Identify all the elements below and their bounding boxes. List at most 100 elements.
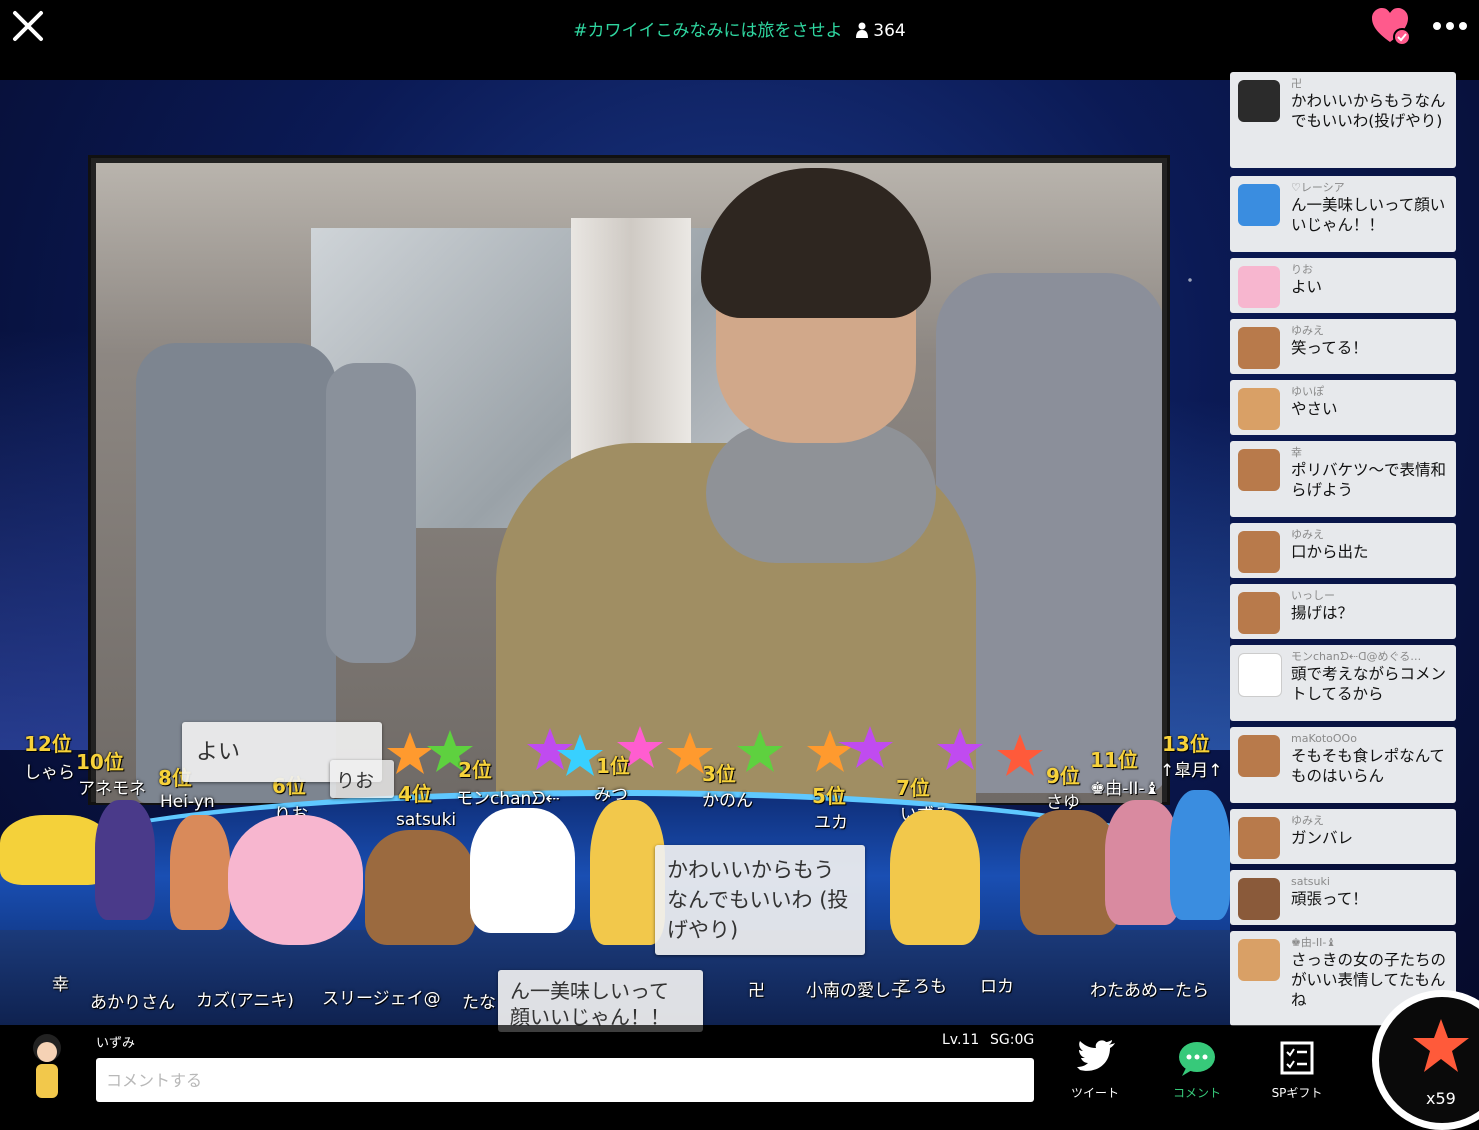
rank-label: 7位 xyxy=(896,776,930,800)
audience-name[interactable]: あかりさん xyxy=(90,988,175,1013)
rank-label: 1位 xyxy=(596,754,630,778)
comment-item[interactable]: ゆいぽ やさい xyxy=(1230,380,1456,435)
rank-user-name[interactable]: ♚由-ΙΙ-♝ xyxy=(1090,774,1160,799)
comment-item[interactable]: いっしー 揚げは？ xyxy=(1230,584,1456,639)
gift-list-icon xyxy=(1280,1041,1314,1075)
audience-name[interactable]: わたあめーたら xyxy=(1090,976,1209,1001)
avatar-character[interactable] xyxy=(95,800,155,920)
rank-label: 2位 xyxy=(458,758,492,782)
star-icon xyxy=(997,734,1043,776)
pig-avatar[interactable] xyxy=(228,815,363,945)
sp-gift-button[interactable]: SPギフト xyxy=(1262,1040,1332,1100)
favorite-button[interactable] xyxy=(1372,8,1412,46)
comment-user-name: ゆみえ xyxy=(1291,324,1324,337)
floating-comment-text: ん一美味しいって 顔いいじゃん！！ xyxy=(510,979,670,1029)
avatar-character[interactable] xyxy=(590,800,665,945)
audience-name[interactable]: 卍 xyxy=(748,976,765,1001)
comment-text: そもそも食レポなんてものはいらん xyxy=(1291,747,1445,785)
star-icon xyxy=(807,730,853,772)
painter-avatar[interactable] xyxy=(365,830,475,945)
girl-avatar xyxy=(1238,939,1280,981)
rank-user-name[interactable]: Hei-yn xyxy=(160,792,215,812)
comment-text: 口から出た xyxy=(1291,543,1369,561)
comment-user-name: いっしー xyxy=(1291,589,1335,602)
rank-user-name[interactable]: satsuki xyxy=(396,810,456,830)
boy-avatar xyxy=(1238,592,1280,634)
more-options-button[interactable] xyxy=(1432,14,1468,38)
comment-button[interactable]: コメント xyxy=(1162,1040,1232,1100)
comment-user-name: りお xyxy=(1291,263,1313,276)
girl-avatar xyxy=(1238,388,1280,430)
avatar-character[interactable] xyxy=(890,810,980,945)
heart-check-icon xyxy=(1372,8,1411,46)
sp-gift-label: SPギフト xyxy=(1271,1086,1323,1100)
comment-text: よい xyxy=(1291,278,1323,296)
audience-name[interactable]: ロカ xyxy=(980,972,1014,997)
room-title: #カワイイこみなみには旅をさせよ 364 xyxy=(0,16,1479,41)
live-video[interactable] xyxy=(96,163,1162,803)
boy-avatar xyxy=(1238,817,1280,859)
comment-text: ガンバレ xyxy=(1291,829,1354,847)
floating-comment-text: りお xyxy=(336,770,375,792)
star-icon xyxy=(937,728,983,770)
rank-user-name[interactable]: モンchanᗤ⇠ xyxy=(456,784,560,809)
cat-king-avatar[interactable] xyxy=(470,808,575,933)
video-person-hair xyxy=(701,168,931,318)
avatar-icon xyxy=(33,1034,61,1098)
cat-king-avatar xyxy=(1238,653,1282,697)
star-icon xyxy=(1413,1019,1469,1072)
floating-comment: ん一美味しいって 顔いいじゃん！！ xyxy=(498,970,703,1032)
comment-text: ん一美味しいって顔いいじゃん！！ xyxy=(1291,196,1446,234)
comment-item[interactable]: モンchanᗤ⇠ᗡ@めぐる… 頭で考えながらコメントしてるから xyxy=(1230,645,1456,721)
my-avatar[interactable] xyxy=(24,1030,70,1102)
comment-item[interactable]: ゆみえ 口から出た xyxy=(1230,523,1456,578)
audience-name[interactable]: スリージェイ@ xyxy=(322,984,441,1009)
boat-avatar[interactable] xyxy=(0,815,110,885)
audience-name[interactable]: ころも xyxy=(896,972,947,997)
comment-user-name: 幸 xyxy=(1291,446,1302,459)
comment-item[interactable]: ゆみえ ガンバレ xyxy=(1230,809,1456,864)
city-skyline-left xyxy=(0,330,95,750)
comment-item[interactable]: 卍 かわいいからもうなんでもいいわ(投げやり) xyxy=(1230,72,1456,168)
top-bar: #カワイイこみなみには旅をさせよ 364 xyxy=(0,0,1479,80)
city-skyline-right xyxy=(1170,400,1230,750)
comment-input[interactable] xyxy=(96,1058,1034,1102)
room-hashtag[interactable]: #カワイイこみなみには旅をさせよ xyxy=(573,21,842,41)
avatar-character[interactable] xyxy=(1170,790,1230,920)
avatar-character[interactable] xyxy=(1105,800,1180,925)
audience-name[interactable]: カズ(アニキ) xyxy=(196,986,294,1011)
comment-label: コメント xyxy=(1172,1086,1221,1100)
rank-label: 9位 xyxy=(1046,764,1080,788)
comment-text: かわいいからもうなんでもいいわ(投げやり) xyxy=(1291,92,1446,130)
rank-user-name[interactable]: アネモネ xyxy=(78,774,146,799)
comment-item[interactable]: ♡レーシア ん一美味しいって顔いいじゃん！！ xyxy=(1230,176,1456,252)
audience-name[interactable]: たな xyxy=(462,988,496,1013)
sushi-avatar xyxy=(1238,80,1280,122)
speech-bubble-icon xyxy=(1179,1042,1215,1076)
audience-name[interactable]: 幸 xyxy=(52,970,69,995)
audience-name[interactable]: 小南の愛し子 xyxy=(806,976,908,1001)
comment-item[interactable]: りお よい xyxy=(1230,258,1456,313)
rank-user-name[interactable]: ユカ xyxy=(814,808,848,833)
rank-user-name[interactable]: ↑皐月↑ xyxy=(1160,756,1223,781)
painter-avatar xyxy=(1238,878,1280,920)
rank-user-name[interactable]: かのん xyxy=(702,786,753,811)
boy-avatar xyxy=(1238,531,1280,573)
comment-item[interactable]: ゆみえ 笑ってる！ xyxy=(1230,319,1456,374)
boy-avatar xyxy=(1238,735,1280,777)
rank-user-name[interactable]: しゃら xyxy=(24,758,75,783)
comment-item[interactable]: 幸 ポリバケツ〜で表情和らげよう xyxy=(1230,441,1456,517)
my-sg-points: SG:0G xyxy=(990,1032,1035,1048)
person-icon xyxy=(855,22,868,38)
comment-item[interactable]: maKotoOOo そもそも食レポなんてものはいらん xyxy=(1230,727,1456,803)
comment-text: ポリバケツ〜で表情和らげよう xyxy=(1291,461,1447,499)
floating-comment: りお xyxy=(330,760,394,798)
comment-text: 笑ってる！ xyxy=(1291,339,1368,357)
avatar-character[interactable] xyxy=(170,815,230,930)
floating-comment: かわいいからもう なんでもいいわ (投げやり) xyxy=(655,845,865,955)
comment-text: 頑張って！ xyxy=(1291,890,1368,908)
comment-user-name: satsuki xyxy=(1291,875,1330,888)
comment-item[interactable]: satsuki 頑張って！ xyxy=(1230,870,1456,925)
tweet-button[interactable]: ツイート xyxy=(1060,1040,1130,1100)
comment-text: やさい xyxy=(1291,400,1338,418)
